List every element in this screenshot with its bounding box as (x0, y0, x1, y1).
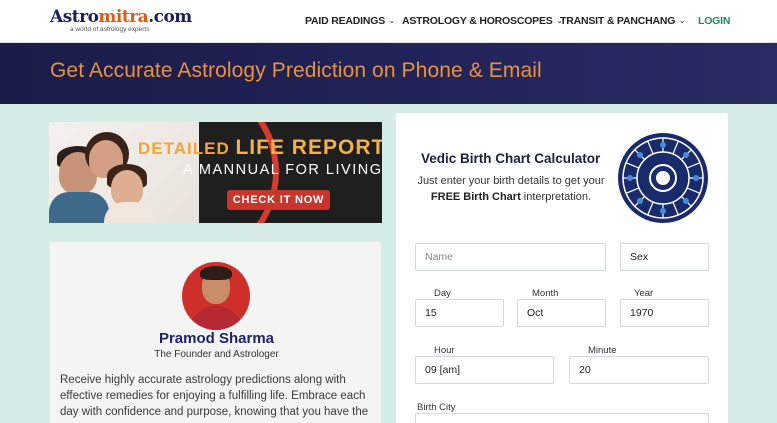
logo-tagline: a world of astrology experts (70, 26, 150, 33)
life-report-promo[interactable]: DETAILED LIFE REPORT A MANNUAL FOR LIVIN… (49, 122, 382, 223)
avatar (182, 262, 250, 330)
month-label: Month (532, 288, 559, 299)
astrologer-name: Pramod Sharma (158, 330, 275, 347)
hour-label: Hour (434, 345, 455, 356)
logo-part-1: Astro (50, 7, 99, 27)
day-select[interactable]: 15 (415, 299, 504, 327)
astrologer-card: Pramod Sharma The Founder and Astrologer… (49, 241, 382, 423)
year-select[interactable]: 1970 (620, 299, 709, 327)
login-label: LOGIN (698, 15, 731, 27)
astrologer-description: Receive highly accurate astrology predic… (60, 374, 369, 418)
nav-astrology-label: ASTROLOGY & HOROSCOPES (402, 15, 553, 27)
minute-label: Minute (588, 345, 617, 356)
hero-banner: Get Accurate Astrology Prediction on Pho… (0, 43, 777, 104)
nav-paid-readings[interactable]: PAID READINGS ⌄ (305, 15, 395, 27)
logo-part-3: .com (148, 7, 192, 27)
nav-paid-readings-label: PAID READINGS (305, 15, 386, 27)
day-label: Day (434, 288, 451, 299)
birth-city-field[interactable] (415, 413, 709, 423)
month-select[interactable]: Oct (517, 299, 606, 327)
calculator-subtitle-a: Just enter your birth details to get you… (417, 175, 605, 187)
promo-headline-a: DETAILED (138, 139, 236, 158)
promo-headline: DETAILED LIFE REPORT (138, 136, 382, 160)
hour-select[interactable]: 09 [am] (415, 356, 554, 384)
year-label: Year (634, 288, 654, 299)
zodiac-wheel-icon (618, 133, 708, 223)
login-link[interactable]: LOGIN (698, 15, 730, 27)
birth-chart-calculator: Vedic Birth Chart Calculator Just enter … (396, 113, 728, 423)
calculator-title: Vedic Birth Chart Calculator (421, 151, 601, 166)
name-field[interactable]: Name (415, 243, 606, 271)
nav-transit-panchang[interactable]: TRANSIT & PANCHANG ⌄ (560, 15, 685, 27)
logo-part-2: mitra (98, 7, 149, 27)
nav-transit-label: TRANSIT & PANCHANG (560, 15, 676, 27)
calculator-subtitle-b: FREE Birth Chart (430, 191, 521, 203)
promo-subheadline: A MANNUAL FOR LIVING (183, 162, 382, 178)
calculator-subtitle-c: interpretation. (520, 191, 592, 203)
birth-city-label: Birth City (417, 402, 456, 413)
check-it-now-button[interactable]: CHECK IT NOW (227, 190, 330, 210)
site-header: Astromitra.com a world of astrology expe… (0, 0, 777, 43)
nav-astrology-horoscopes[interactable]: ASTROLOGY & HOROSCOPES ⌄ (402, 15, 562, 27)
page-title: Get Accurate Astrology Prediction on Pho… (50, 59, 542, 82)
promo-headline-b: LIFE REPORT (235, 136, 382, 159)
astrologer-role: The Founder and Astrologer (154, 349, 279, 360)
chevron-down-icon: ⌄ (679, 18, 685, 25)
sex-select[interactable]: Sex (620, 243, 709, 271)
calculator-subtitle: Just enter your birth details to get you… (416, 173, 606, 205)
minute-select[interactable]: 20 (569, 356, 709, 384)
site-logo[interactable]: Astromitra.com a world of astrology expe… (50, 7, 192, 36)
chevron-down-icon: ⌄ (389, 18, 395, 25)
